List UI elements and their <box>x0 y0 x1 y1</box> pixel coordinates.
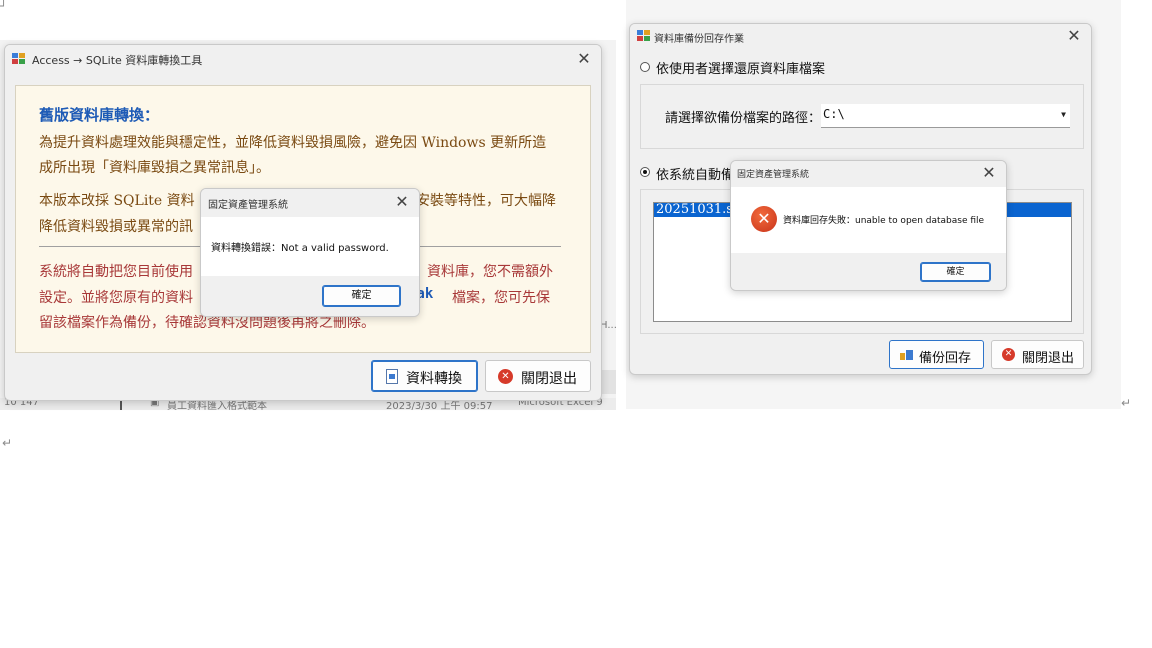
sqlite-line-2: 降低資料毀損或異常的訊 <box>39 219 193 235</box>
path-combobox[interactable]: C:\ ▼ <box>821 104 1070 128</box>
notice-line-2a: 設定。並將您原有的資料 <box>39 290 193 306</box>
restore-error-text: 資料庫回存失敗：unable to open database file <box>783 216 985 226</box>
convert-button[interactable]: 資料轉換 <box>371 360 478 392</box>
close-icon[interactable]: ✕ <box>1063 26 1085 46</box>
convert-button-label: 資料轉換 <box>406 371 462 387</box>
backup-title: 資料庫備份回存作業 <box>654 34 744 45</box>
restore-error-footer: 確定 <box>731 253 1006 290</box>
conversion-heading: 舊版資料庫轉換： <box>39 106 160 124</box>
conversion-error-body: 資料轉換錯誤：Not a valid password. <box>201 217 419 276</box>
sqlite-line-1b: 安裝等特性，可大幅降 <box>416 193 556 209</box>
restore-error-body: ✕ 資料庫回存失敗：unable to open database file <box>731 187 1006 253</box>
conversion-error-title: 固定資產管理系統 <box>208 200 288 211</box>
converter-title: Access → SQLite 資料庫轉換工具 <box>32 54 203 67</box>
restore-error-dialog: 固定資產管理系統 ✕ ✕ 資料庫回存失敗：unable to open data… <box>730 160 1007 291</box>
backup-titlebar: 資料庫備份回存作業 ✕ <box>630 24 1091 50</box>
exit-button-label: 關閉退出 <box>521 371 577 387</box>
notice-line-1a: 系統將自動把您目前使用 <box>39 264 193 280</box>
intro-line-2: 成所出現「資料庫毀損之異常訊息」。 <box>39 160 270 176</box>
ok-button[interactable]: 確定 <box>920 262 991 282</box>
conversion-error-titlebar: 固定資產管理系統 ✕ <box>201 189 419 217</box>
radio-auto-backup-label: 依系統自動備 <box>656 168 735 183</box>
corner-mark: ┘ <box>0 0 8 13</box>
restore-button-label: 備份回存 <box>919 351 972 366</box>
close-icon[interactable]: ✕ <box>391 192 413 212</box>
close-icon[interactable]: ✕ <box>573 49 595 69</box>
error-icon: ✕ <box>751 206 777 232</box>
chevron-down-icon: ▼ <box>1061 110 1066 119</box>
app-icon <box>637 30 651 42</box>
sqlite-line-1a: 本版本改採 SQLite 資料 <box>39 193 195 209</box>
conversion-error-text: 資料轉換錯誤：Not a valid password. <box>211 243 389 254</box>
return-mark-right: ↵ <box>1121 396 1132 410</box>
radio-user-select-label: 依使用者選擇還原資料庫檔案 <box>656 62 826 77</box>
exit-button[interactable]: ✕ 關閉退出 <box>485 360 591 392</box>
restore-error-title: 固定資產管理系統 <box>737 170 810 180</box>
path-value: C:\ <box>823 107 845 121</box>
exit-icon: ✕ <box>498 369 513 384</box>
backup-exit-button[interactable]: ✕ 關閉退出 <box>991 340 1084 369</box>
convert-icon <box>386 369 398 384</box>
path-label: 請選擇欲備份檔案的路徑： <box>665 111 822 126</box>
notice-line-1b: 資料庫，您不需額外 <box>427 264 553 280</box>
close-icon[interactable]: ✕ <box>978 163 1000 183</box>
radio-auto-backup[interactable] <box>640 167 650 177</box>
conversion-error-dialog: 固定資產管理系統 ✕ 資料轉換錯誤：Not a valid password. … <box>200 188 420 317</box>
backup-exit-button-label: 關閉退出 <box>1022 351 1075 366</box>
restore-button[interactable]: 備份回存 <box>889 340 984 369</box>
intro-line-1: 為提升資料處理效能與穩定性，並降低資料毀損風險，避免因 Windows 更新所造 <box>39 135 547 151</box>
notice-line-2c: 檔案，您可先保 <box>452 290 550 306</box>
restore-icon <box>900 349 914 361</box>
conversion-error-footer: 確定 <box>201 276 419 316</box>
converter-titlebar: Access → SQLite 資料庫轉換工具 ✕ <box>5 45 601 75</box>
exit-icon: ✕ <box>1002 348 1015 361</box>
background-side-text: H... <box>600 320 617 331</box>
restore-error-titlebar: 固定資產管理系統 ✕ <box>731 161 1006 187</box>
return-mark-bottom: ↵ <box>2 436 13 450</box>
background-scroll-block <box>600 370 616 394</box>
ok-button[interactable]: 確定 <box>322 285 401 307</box>
radio-user-select[interactable] <box>640 62 650 72</box>
path-panel: 請選擇欲備份檔案的路徑： C:\ ▼ <box>640 84 1084 149</box>
app-icon <box>12 53 26 65</box>
